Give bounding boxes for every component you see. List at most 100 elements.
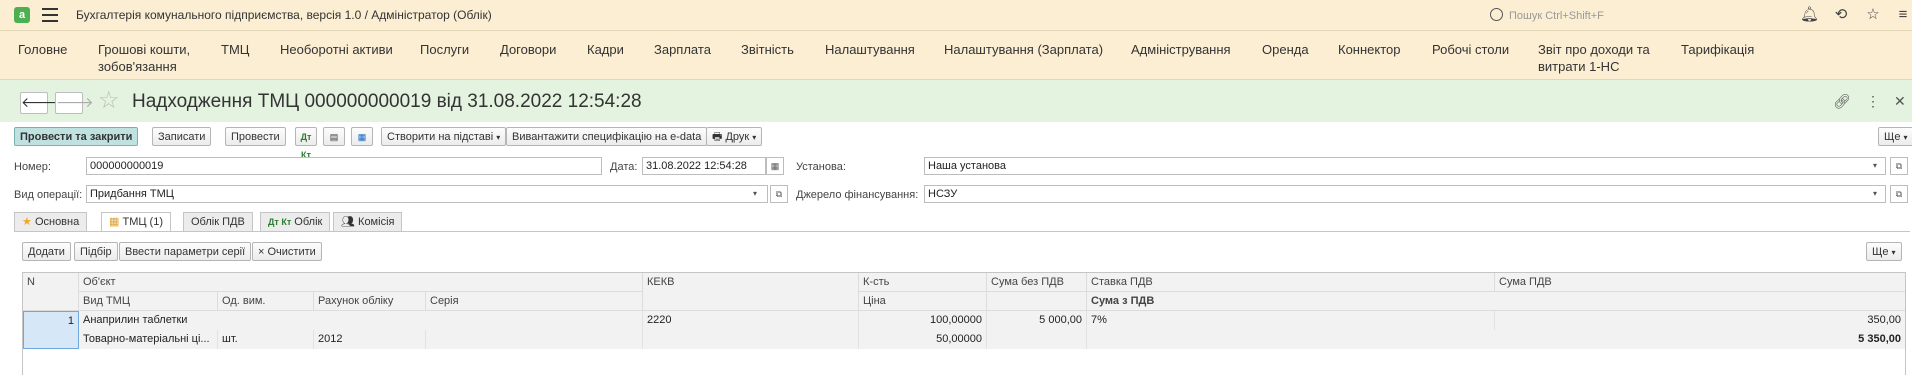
chevron-down-icon[interactable]: ▾ — [1868, 157, 1882, 175]
main-menu-icon[interactable] — [42, 8, 58, 22]
open-operation-icon[interactable]: ⧉ — [770, 185, 788, 203]
back-arrow-icon[interactable]: 🡐 — [20, 92, 59, 114]
menu-item-desktops[interactable]: Робочі столи — [1432, 41, 1509, 58]
menu-item-salary[interactable]: Зарплата — [654, 41, 711, 58]
menu-item-cash[interactable]: Грошові кошти, зобов'язання — [98, 41, 208, 75]
menu-item-connector[interactable]: Коннектор — [1338, 41, 1401, 58]
goods-table: N Об'єкт КЕКВ К-сть Сума без ПДВ Ставка … — [22, 272, 1906, 375]
printer-icon: 🖶 — [712, 131, 723, 143]
favorite-star-icon[interactable]: ☆ — [98, 89, 120, 113]
table-icon: ▦ — [109, 216, 120, 228]
menu-item-services[interactable]: Послуги — [420, 41, 469, 58]
account-cell[interactable]: 2012 — [314, 330, 426, 349]
chevron-down-icon: ▾ — [1891, 248, 1896, 257]
column-header-n[interactable]: N — [23, 273, 79, 311]
series-cell[interactable] — [426, 330, 643, 349]
kekv-cell[interactable]: 2220 — [643, 311, 859, 330]
object-cell[interactable]: Анаприлин таблетки — [79, 311, 643, 330]
column-header-sum-no-vat[interactable]: Сума без ПДВ — [987, 273, 1087, 292]
open-funding-icon[interactable]: ⧉ — [1890, 185, 1908, 203]
menu-item-reports[interactable]: Звітність — [741, 41, 794, 58]
vat-sum-cell[interactable]: 350,00 — [1495, 311, 1905, 330]
menu-item-tariffs[interactable]: Тарифікація — [1681, 41, 1754, 58]
post-and-close-button[interactable]: Провести та закрити — [14, 127, 139, 146]
institution-field[interactable]: Наша установа — [924, 157, 1886, 175]
number-field[interactable]: 000000000019 — [86, 157, 602, 175]
unit-cell[interactable]: шт. — [218, 330, 314, 349]
save-button[interactable]: Записати — [152, 127, 212, 146]
empty-cell — [987, 330, 1087, 349]
report-icon[interactable]: ▦ — [351, 127, 373, 146]
column-header-object[interactable]: Об'єкт — [79, 273, 643, 292]
chevron-down-icon[interactable]: ▾ — [748, 185, 762, 203]
menu-item-tmc[interactable]: ТМЦ — [221, 41, 249, 58]
tab-accounting-label: Облік — [294, 216, 323, 228]
column-header-price[interactable]: Ціна — [859, 292, 987, 311]
pick-button[interactable]: Підбір — [74, 242, 118, 261]
qty-cell[interactable]: 100,00000 — [859, 311, 987, 330]
favorites-star-icon[interactable]: ☆ — [1864, 6, 1882, 24]
menu-item-administration[interactable]: Адміністрування — [1131, 41, 1231, 58]
dt-kt-icon[interactable]: Дт Кт — [295, 127, 317, 160]
column-header-vat-rate[interactable]: Ставка ПДВ — [1087, 273, 1495, 292]
menu-item-income-report[interactable]: Звіт про доходи та витрати 1-НС — [1538, 41, 1668, 75]
tmc-type-cell[interactable]: Товарно-матеріальні ці... — [79, 330, 218, 349]
chevron-down-icon: ▾ — [496, 133, 501, 142]
menu-item-settings[interactable]: Налаштування — [825, 41, 915, 58]
column-header-tmc-type[interactable]: Вид ТМЦ — [79, 292, 218, 311]
date-field[interactable]: 31.08.2022 12:54:28 — [642, 157, 766, 175]
open-institution-icon[interactable]: ⧉ — [1890, 157, 1908, 175]
add-button[interactable]: Додати — [22, 242, 71, 261]
clear-button[interactable]: × Очистити — [252, 242, 322, 261]
bell-icon[interactable]: 🔔︎ — [1800, 6, 1819, 24]
menu-item-contracts[interactable]: Договори — [500, 41, 556, 58]
column-header-empty — [987, 292, 1087, 311]
tab-accounting[interactable]: Дт Кт Облік — [260, 212, 331, 231]
history-icon[interactable]: ⟲ — [1832, 6, 1850, 24]
column-header-unit[interactable]: Од. вим. — [218, 292, 314, 311]
tab-vat[interactable]: Облік ПДВ — [183, 212, 253, 231]
tab-tmc[interactable]: ▦ ТМЦ (1) — [101, 212, 171, 232]
column-header-sum-with-vat[interactable]: Сума з ПДВ — [1087, 292, 1905, 311]
column-header-qty[interactable]: К-сть — [859, 273, 987, 292]
enter-series-button[interactable]: Ввести параметри серії — [119, 242, 252, 261]
tab-main[interactable]: ★ Основна — [14, 212, 88, 231]
price-cell[interactable]: 50,00000 — [859, 330, 987, 349]
close-icon[interactable]: ✕ — [1894, 93, 1906, 110]
search-input[interactable]: Пошук Ctrl+Shift+F — [1490, 6, 1790, 24]
sum-with-vat-cell[interactable]: 5 350,00 — [1087, 330, 1905, 349]
operation-type-field[interactable]: Придбання ТМЦ — [86, 185, 768, 203]
people-icon: 👥︎ — [341, 216, 355, 228]
vat-rate-cell[interactable]: 7% — [1087, 311, 1495, 330]
row-number-cell[interactable]: 1 — [23, 311, 79, 349]
sum-no-vat-cell[interactable]: 5 000,00 — [987, 311, 1087, 330]
chevron-down-icon[interactable]: ▾ — [1868, 185, 1882, 203]
create-based-on-button[interactable]: Створити на підставі ▾ — [381, 127, 507, 146]
chevron-down-icon: ▾ — [1903, 133, 1908, 142]
number-label: Номер: — [14, 161, 51, 173]
column-header-vat-sum[interactable]: Сума ПДВ — [1495, 273, 1905, 292]
link-icon[interactable]: 🔗︎ — [1833, 93, 1851, 110]
calendar-icon[interactable]: ▦ — [766, 157, 784, 175]
menu-item-home[interactable]: Головне — [18, 41, 67, 58]
table-more-button[interactable]: Ще ▾ — [1866, 242, 1902, 261]
more-button[interactable]: Ще ▾ — [1878, 127, 1912, 146]
settings-menu-icon[interactable]: ≡ — [1894, 6, 1912, 24]
menu-item-hr[interactable]: Кадри — [587, 41, 624, 58]
upload-spec-button[interactable]: Вивантажити специфікацію на e-data — [506, 127, 708, 146]
column-header-kekv[interactable]: КЕКВ — [643, 273, 859, 311]
funding-source-field[interactable]: НСЗУ — [924, 185, 1886, 203]
menu-item-salary-settings[interactable]: Налаштування (Зарплата) — [944, 41, 1103, 58]
column-header-series[interactable]: Серія — [426, 292, 643, 311]
institution-label: Установа: — [796, 161, 846, 173]
close-icon: × — [258, 246, 265, 258]
menu-item-rent[interactable]: Оренда — [1262, 41, 1309, 58]
print-button[interactable]: 🖶 Друк ▾ — [706, 127, 763, 146]
document-icon[interactable]: ▤ — [323, 127, 345, 146]
forward-arrow-icon[interactable]: 🡒 — [55, 92, 94, 114]
column-header-account[interactable]: Рахунок обліку — [314, 292, 426, 311]
tab-commission[interactable]: 👥︎ Комісія — [333, 212, 403, 231]
post-button[interactable]: Провести — [225, 127, 286, 146]
menu-item-fixed-assets[interactable]: Необоротні активи — [280, 41, 393, 58]
more-vertical-icon[interactable]: ⋮ — [1866, 93, 1880, 110]
